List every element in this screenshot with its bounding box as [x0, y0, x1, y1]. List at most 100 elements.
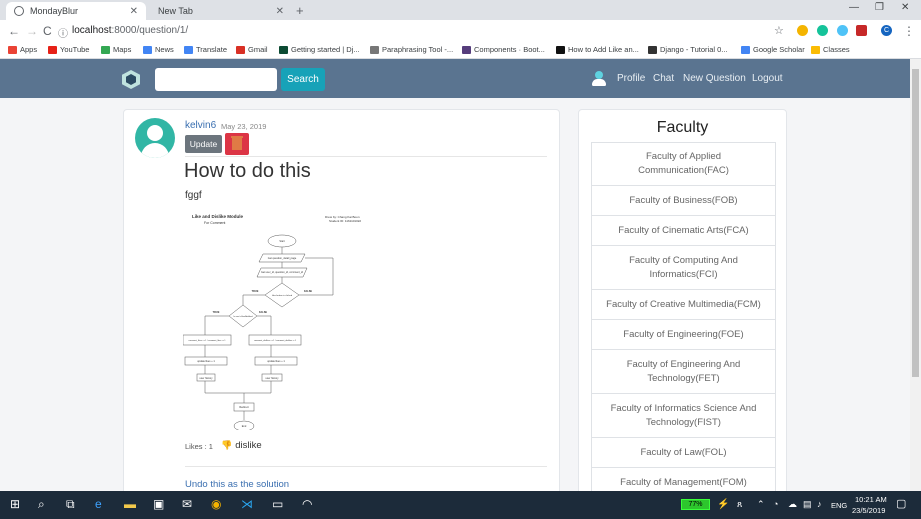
node-start: Start [279, 240, 285, 243]
minimize-button[interactable]: — [849, 2, 859, 13]
search-icon[interactable]: ⌕ [38, 497, 45, 512]
question-card: kelvin6 May 23, 2019 Update How to do th… [123, 109, 560, 491]
e-site-icon [648, 45, 657, 54]
scrollbar-thumb[interactable] [912, 69, 919, 377]
app-icon[interactable]: ◠ [302, 497, 312, 511]
faculty-item-fcm[interactable]: Faculty of Creative Multimedia(FCM) [591, 290, 776, 320]
notification-icon[interactable]: ▢ [896, 497, 906, 510]
close-tab-icon[interactable]: ✕ [130, 6, 138, 17]
bookmark-classes[interactable]: Classes [811, 45, 850, 54]
clock-date[interactable]: 23/5/2019 [852, 506, 885, 515]
divider [185, 156, 547, 157]
update-button[interactable]: Update [185, 135, 222, 153]
label-false: FALSE [259, 311, 267, 314]
mail-icon[interactable]: ✉ [182, 497, 192, 511]
language-indicator[interactable]: ENG [831, 501, 847, 510]
power-plug-icon[interactable]: ⚡ [717, 499, 729, 510]
dislike-button[interactable]: 👎 dislike [221, 440, 262, 451]
file-explorer-icon[interactable]: ▬ [124, 497, 136, 511]
news-icon [143, 45, 152, 54]
node-redirect: Redirect [239, 406, 249, 409]
forward-arrow-icon[interactable]: → [26, 24, 38, 38]
author-link[interactable]: kelvin6 [185, 120, 216, 131]
faculty-item-fob[interactable]: Faculty of Business(FOB) [591, 186, 776, 216]
bookmark-django-tutorial[interactable]: Django - Tutorial 0... [648, 45, 728, 54]
windows-start-icon[interactable]: ⊞ [10, 497, 20, 511]
bookmark-bootstrap-components[interactable]: Components · Boot... [462, 45, 545, 54]
network-icon[interactable]: ▤ [803, 499, 812, 510]
page-scrollbar[interactable] [910, 59, 921, 491]
reload-icon[interactable]: C [43, 24, 52, 38]
search-button[interactable]: Search [281, 68, 325, 91]
python-extension-icon[interactable] [797, 25, 808, 36]
info-icon[interactable]: ⓘ [58, 25, 68, 40]
mendeley-extension-icon[interactable] [856, 25, 867, 36]
terminal-icon[interactable]: ▭ [272, 497, 283, 511]
nav-link-logout[interactable]: Logout [752, 73, 783, 84]
close-window-button[interactable]: ✕ [901, 2, 909, 13]
bookmark-youtube[interactable]: YouTube [48, 45, 89, 54]
django-icon [279, 45, 288, 54]
wifi-icon[interactable]: ◔ [773, 499, 778, 509]
profile-avatar[interactable]: C [881, 25, 892, 36]
undo-solution-link[interactable]: Undo this as the solution [185, 479, 289, 490]
label-true: TRUE [213, 311, 220, 314]
faculty-item-fci[interactable]: Faculty of Computing And Informatics(FCI… [591, 246, 776, 290]
flowchart-image: Like and Dislike Module For Comment Drew… [183, 214, 361, 430]
grammarly-extension-icon[interactable] [817, 25, 828, 36]
nav-link-chat[interactable]: Chat [653, 73, 674, 84]
volume-icon[interactable]: ♪ [817, 499, 822, 509]
sidebar-title: Faculty [656, 119, 709, 136]
vscode-icon[interactable]: ⋊ [241, 497, 253, 511]
chrome-icon[interactable]: ◉ [211, 497, 221, 511]
bookmark-maps[interactable]: Maps [101, 45, 131, 54]
delete-button[interactable] [225, 133, 249, 155]
faculty-item-fol[interactable]: Faculty of Law(FOL) [591, 438, 776, 468]
faculty-item-foe[interactable]: Faculty of Engineering(FOE) [591, 320, 776, 350]
user-profile-icon[interactable] [592, 71, 606, 86]
restore-button[interactable]: ❐ [875, 2, 884, 13]
bookmark-django-getting-started[interactable]: Getting started | Dj... [279, 45, 360, 54]
faculty-item-fist[interactable]: Faculty of Informatics Science And Techn… [591, 394, 776, 438]
cloud-icon[interactable]: ☁ [788, 499, 797, 510]
bookmark-like-tutorial[interactable]: How to Add Like an... [556, 45, 639, 54]
bookmark-gmail[interactable]: Gmail [236, 45, 268, 54]
nav-link-profile[interactable]: Profile [617, 73, 645, 84]
bookmark-apps[interactable]: Apps [8, 45, 37, 54]
tray-chevron-icon[interactable]: ⌃ [757, 499, 765, 510]
classroom-icon [811, 45, 820, 54]
extension-icon[interactable] [837, 25, 848, 36]
node-user-liked: Is user's liked/disliked [233, 316, 252, 318]
faculty-item-fom[interactable]: Faculty of Management(FOM) [591, 468, 776, 491]
search-input[interactable] [155, 68, 277, 91]
browser-tab-new-tab[interactable]: New Tab ✕ [150, 2, 292, 20]
faculty-item-fac[interactable]: Faculty of Applied Communication(FAC) [591, 142, 776, 186]
bookmark-star-icon[interactable]: ☆ [774, 24, 784, 37]
menu-dots-icon[interactable]: ⋮ [903, 24, 915, 38]
clock-time[interactable]: 10:21 AM [855, 495, 887, 504]
paraphrasing-icon [370, 45, 379, 54]
node-comment-likes: comment_likes += 1 / comment_likes -= 1 [189, 339, 227, 342]
nav-link-new-question[interactable]: New Question [683, 73, 746, 84]
task-view-icon[interactable]: ⧉ [66, 497, 75, 512]
url-field[interactable]: localhost:8000/question/1/ [72, 25, 188, 36]
people-icon[interactable]: ጸ [737, 499, 742, 510]
node-comment-dislikes: comment_dislikes += 1 / comment_dislikes… [254, 339, 297, 342]
store-icon[interactable]: ▣ [153, 497, 164, 511]
new-tab-button[interactable]: + [296, 3, 304, 18]
author-avatar[interactable] [135, 118, 175, 158]
battery-indicator[interactable]: 77% [681, 499, 710, 510]
browser-tab-mondayblur[interactable]: MondayBlur ✕ [6, 2, 146, 20]
back-arrow-icon[interactable]: ← [8, 24, 20, 38]
bookmark-google-scholar[interactable]: Google Scholar [741, 45, 805, 54]
node-get-ids: Get user_id, question_id, comment_id [261, 271, 304, 274]
edge-icon[interactable]: e [95, 497, 102, 511]
node-update-likes: update likes + 1 [197, 360, 215, 363]
faculty-item-fca[interactable]: Faculty of Cinematic Arts(FCA) [591, 216, 776, 246]
faculty-item-fet[interactable]: Faculty of Engineering And Technology(FE… [591, 350, 776, 394]
bookmark-paraphrasing-tool[interactable]: Paraphrasing Tool -... [370, 45, 453, 54]
bookmark-news[interactable]: News [143, 45, 174, 54]
close-tab-icon[interactable]: ✕ [276, 6, 284, 17]
site-logo[interactable] [122, 70, 140, 89]
bookmark-translate[interactable]: Translate [184, 45, 227, 54]
